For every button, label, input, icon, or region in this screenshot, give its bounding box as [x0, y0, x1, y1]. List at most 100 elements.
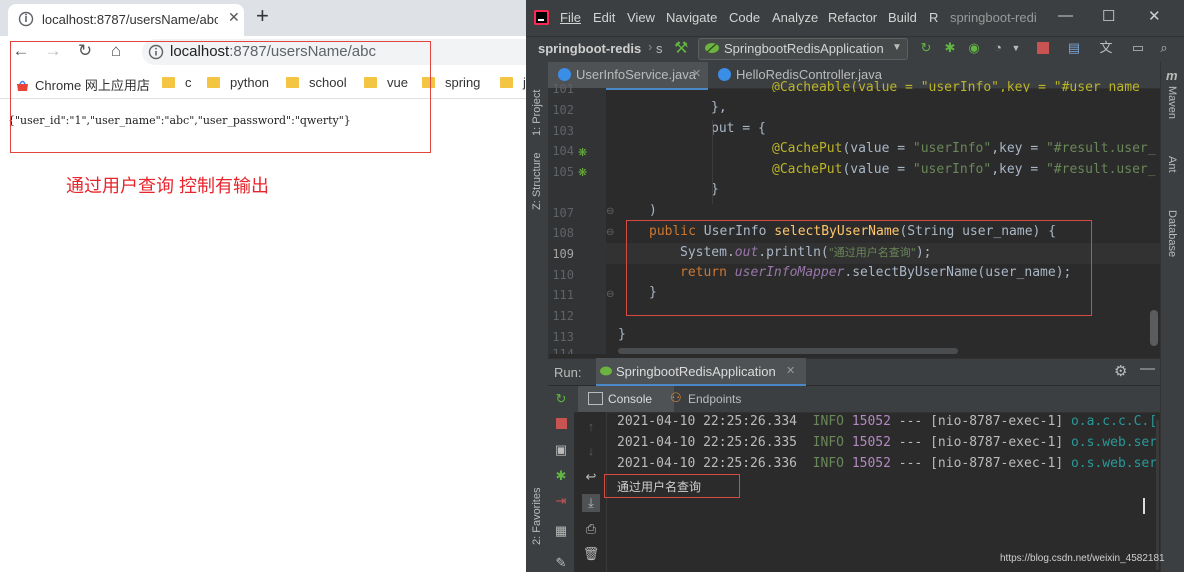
line-number: 113	[552, 330, 574, 344]
console-icon	[588, 392, 603, 405]
menu-refactor[interactable]: Refactor	[828, 10, 877, 25]
rerun-icon[interactable]: ↻	[918, 40, 934, 56]
log-sep: ---	[890, 435, 931, 450]
console-scrollbar[interactable]	[1156, 420, 1159, 570]
log-thread: [nio-8787-exec-1]	[930, 456, 1064, 471]
fold-icon[interactable]: ⊖	[606, 206, 614, 217]
spring-bean-gutter-icon[interactable]: ❋	[578, 166, 587, 179]
line-number: 105	[552, 165, 574, 179]
close-tab-icon[interactable]: ✕	[228, 9, 240, 26]
tool-window-favorites[interactable]: 2: Favorites	[531, 488, 543, 545]
debug-icon[interactable]: ✱	[552, 467, 570, 485]
code-line-113: }	[618, 327, 626, 342]
endpoints-icon: ⚇	[670, 390, 682, 405]
maven-icon[interactable]: m	[1166, 68, 1178, 83]
hammer-build-icon[interactable]: ⚒	[674, 38, 688, 58]
terminal-icon[interactable]: ▭	[1130, 40, 1146, 56]
menu-label: Navigate	[666, 10, 718, 25]
coverage-icon[interactable]: ◉	[966, 40, 982, 56]
tool-window-maven[interactable]: Maven	[1166, 86, 1178, 119]
hide-panel-icon[interactable]: —	[1140, 360, 1155, 377]
debug-icon[interactable]: ✱	[942, 40, 958, 56]
menu-build[interactable]: Build	[888, 10, 917, 25]
print-icon[interactable]: ⎙	[582, 520, 600, 538]
line-number: 104	[552, 144, 574, 158]
menu-view[interactable]: View	[627, 10, 655, 25]
menu-file[interactable]: File	[560, 10, 581, 25]
search-icon[interactable]: ⌕	[1156, 40, 1172, 56]
breadcrumb-item[interactable]: s	[656, 41, 663, 56]
rerun-icon[interactable]: ↻	[552, 390, 570, 408]
bookmark-folder-j[interactable]: j	[500, 75, 526, 90]
vertical-scrollbar[interactable]	[1150, 310, 1158, 346]
code-token: = {	[734, 121, 766, 136]
layout-icon[interactable]: ▦	[552, 522, 570, 540]
run-tab-label: SpringbootRedisApplication	[616, 364, 776, 379]
pin-icon[interactable]: ✎	[552, 554, 570, 572]
code-line-101: @Cacheable(value = "userInfo",key = "#us…	[772, 80, 1140, 92]
minimize-button[interactable]: —	[1058, 7, 1073, 24]
menu-analyze[interactable]: Analyze	[772, 10, 818, 25]
gear-icon[interactable]: ⚙	[1114, 362, 1127, 380]
chevron-down-icon[interactable]: ▼	[1008, 40, 1024, 56]
profile-icon[interactable]: ◔	[990, 40, 1006, 56]
close-tab-icon[interactable]: ✕	[786, 364, 795, 377]
log-line: 2021-04-10 22:25:26.335 INFO 15052 --- […	[617, 435, 1157, 450]
annotation-text: 通过用户查询 控制有输出	[66, 176, 269, 196]
log-level: INFO	[812, 435, 844, 450]
tool-window-database[interactable]: Database	[1166, 210, 1178, 257]
endpoints-tab[interactable]: Endpoints	[688, 392, 741, 406]
chevron-down-icon: ▼	[892, 42, 902, 53]
fold-icon[interactable]: ⊖	[606, 227, 614, 238]
soft-wrap-icon[interactable]: ↩	[582, 468, 600, 486]
camera-icon[interactable]: ▣	[552, 441, 570, 459]
close-window-button[interactable]: ✕	[1148, 7, 1161, 25]
fold-icon[interactable]: ⊖	[606, 289, 614, 300]
tool-window-structure[interactable]: Z: Structure	[531, 153, 543, 210]
stop-icon[interactable]	[556, 418, 567, 429]
spring-bean-gutter-icon[interactable]: ❋	[578, 146, 587, 159]
maximize-button[interactable]: ☐	[1102, 7, 1115, 25]
menu-edit[interactable]: Edit	[593, 10, 615, 25]
java-class-icon	[718, 68, 731, 81]
spring-leaf-icon	[705, 43, 719, 53]
project-breadcrumb[interactable]: springboot-redis	[538, 41, 641, 56]
tool-window-project[interactable]: 1: Project	[531, 90, 543, 136]
code-token: ,key =	[991, 141, 1046, 156]
line-number: 107	[552, 206, 574, 220]
tab-title: localhost:8787/usersName/abc	[42, 12, 218, 27]
log-line: 2021-04-10 22:25:26.336 INFO 15052 --- […	[617, 456, 1157, 471]
horizontal-scrollbar[interactable]	[618, 348, 958, 354]
log-logger: o.a.c.c.C.[	[1070, 414, 1158, 429]
exit-icon[interactable]: ⇥	[552, 492, 570, 510]
log-thread: [nio-8787-exec-1]	[930, 414, 1064, 429]
arrow-down-icon[interactable]: ↓	[582, 442, 600, 460]
translate-icon[interactable]: 文	[1098, 40, 1114, 56]
bookmark-label: spring	[445, 75, 481, 90]
log-level: INFO	[812, 456, 844, 471]
menu-label: Code	[729, 10, 761, 25]
project-structure-icon[interactable]: ▤	[1066, 40, 1082, 56]
trash-icon[interactable]: 🗑	[582, 545, 600, 563]
editor-tab-label: UserInfoService.java	[576, 67, 696, 82]
browser-tab[interactable]: localhost:8787/usersName/abc ✕	[8, 4, 244, 36]
code-token: (value =	[842, 141, 913, 156]
arrow-up-icon[interactable]: ↑	[582, 418, 600, 436]
java-class-icon	[558, 68, 571, 81]
menu-code[interactable]: Code	[729, 10, 760, 25]
log-pid: 15052	[851, 414, 891, 429]
log-time: 2021-04-10 22:25:26.334	[617, 414, 798, 429]
code-line-105: @CachePut(value = "userInfo",key = "#res…	[772, 162, 1156, 177]
close-tab-icon[interactable]: ✕	[692, 67, 701, 80]
menu-run[interactable]: R	[929, 10, 938, 25]
new-tab-button[interactable]: +	[256, 4, 269, 28]
log-line: 2021-04-10 22:25:26.334 INFO 15052 --- […	[617, 414, 1157, 429]
tool-window-ant[interactable]: Ant	[1166, 156, 1178, 173]
menu-navigate[interactable]: Navigate	[666, 10, 717, 25]
stop-icon[interactable]	[1037, 42, 1049, 54]
line-number: 114	[552, 347, 574, 354]
highlight-box	[10, 41, 431, 153]
line-number: 108	[552, 226, 574, 240]
right-tool-strip	[1160, 62, 1184, 572]
scroll-to-end-icon[interactable]: ⤓	[582, 494, 600, 512]
